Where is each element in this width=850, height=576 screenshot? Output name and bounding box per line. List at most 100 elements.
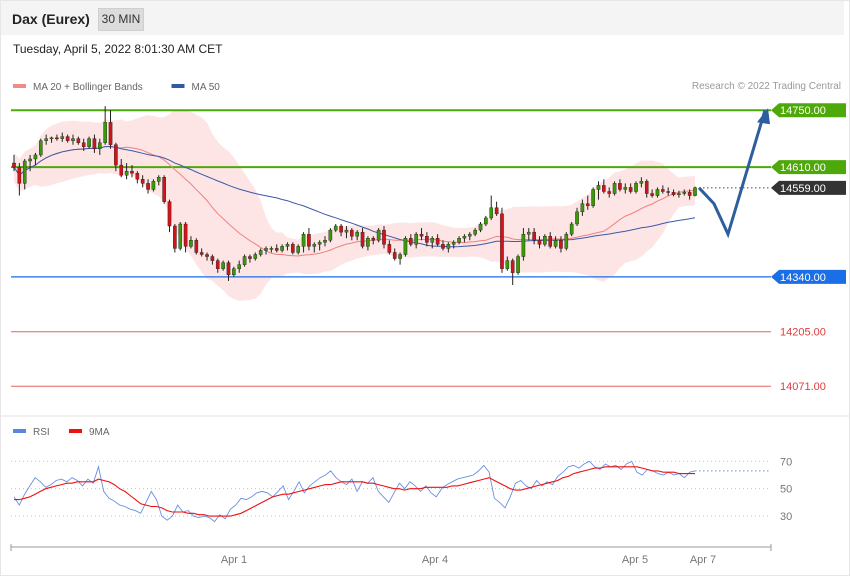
- candle: [167, 199, 172, 233]
- candle-body: [510, 260, 515, 273]
- rsi-tick-label: 70: [780, 456, 792, 468]
- candle-body: [516, 256, 520, 273]
- target-level-label: 14071.00: [780, 381, 826, 393]
- candle-body: [564, 233, 569, 249]
- candle-body: [92, 138, 97, 150]
- rsi-tick-label: 30: [780, 511, 792, 523]
- candle-body: [17, 166, 22, 184]
- candle-body: [435, 238, 440, 245]
- target-level-label: 14205.00: [780, 327, 826, 339]
- candle-body: [76, 138, 81, 143]
- candle-body: [328, 229, 333, 241]
- candle-body: [618, 183, 622, 190]
- price-chart-svg: 14750.00 14610.00 14559.00 14340.00 14205.00…: [1, 82, 849, 566]
- candle-body: [687, 192, 692, 196]
- candle-body: [253, 254, 258, 259]
- time-axis: Apr 1 Apr 4 Apr 5 Apr 7: [10, 544, 772, 566]
- legend-item: MA 50: [171, 82, 221, 93]
- candle-body: [280, 246, 284, 251]
- candle-body: [312, 244, 317, 247]
- candle: [500, 207, 504, 273]
- candle-body: [392, 252, 397, 259]
- candle-body: [156, 177, 161, 182]
- candle-body: [682, 192, 687, 194]
- rsi-legend-label: 9MA: [89, 427, 110, 438]
- candle: [173, 224, 177, 253]
- candle-body: [505, 260, 510, 269]
- candle-body: [173, 225, 177, 249]
- candle-body: [500, 213, 504, 269]
- candle-body: [215, 260, 220, 269]
- candle-body: [33, 154, 38, 160]
- candle: [489, 195, 494, 220]
- candle-body: [602, 185, 606, 192]
- candle-body: [285, 244, 290, 247]
- candle: [39, 138, 43, 157]
- candle: [162, 175, 166, 204]
- resistance-level-tag: 14610.00: [771, 160, 846, 175]
- candle-body: [178, 223, 183, 249]
- candle-body: [60, 136, 65, 139]
- candle-body: [521, 233, 526, 257]
- candle-body: [151, 181, 156, 190]
- candle-body: [44, 138, 48, 141]
- candle-body: [119, 164, 124, 176]
- candle-body: [140, 179, 145, 184]
- candle-body: [242, 256, 247, 265]
- candle-body: [371, 238, 376, 241]
- candle: [510, 258, 515, 285]
- forecast-arrow-path: [697, 109, 767, 239]
- candle-body: [22, 160, 27, 184]
- rsi-legend-item: RSI: [13, 427, 50, 438]
- candle-body: [650, 193, 654, 196]
- candle: [494, 201, 499, 216]
- candle-body: [677, 193, 681, 195]
- candle-body: [49, 137, 54, 140]
- candle-body: [532, 231, 536, 241]
- candle-body: [189, 240, 193, 247]
- candle-body: [205, 254, 209, 257]
- candle-body: [580, 203, 585, 213]
- rsi-legend-item: 9MA: [69, 427, 110, 438]
- candle-body: [623, 187, 628, 190]
- candle-body: [628, 187, 633, 192]
- candle-body: [548, 236, 553, 247]
- candle-body: [274, 248, 279, 251]
- rsi-panel: 70 50 30 RSI 9MA: [11, 427, 792, 523]
- resistance-level-tag: 14750.00: [771, 103, 846, 118]
- candle-body: [269, 248, 274, 250]
- candle: [693, 186, 697, 197]
- legend-label: MA 50: [192, 82, 221, 93]
- candle-body: [323, 240, 327, 243]
- level-labels-layer: 14750.00 14610.00 14559.00 14340.00 14205.00…: [771, 103, 846, 393]
- candle-body: [494, 207, 499, 215]
- candle-body: [661, 189, 665, 192]
- time-tick-label: Apr 5: [622, 554, 648, 566]
- candle-body: [644, 181, 649, 194]
- candle-body: [543, 236, 547, 245]
- candle-body: [693, 187, 697, 196]
- candle-body: [355, 231, 359, 237]
- time-tick-label: Apr 1: [221, 554, 247, 566]
- candle-body: [457, 238, 461, 243]
- candle-body: [489, 207, 494, 219]
- candle-body: [317, 242, 322, 245]
- candle-body: [612, 183, 617, 194]
- candle-body: [264, 248, 268, 251]
- rsi-legend-swatch: [13, 429, 26, 433]
- candle-body: [526, 231, 531, 235]
- candle-body: [387, 244, 392, 253]
- rsi-line: [13, 460, 696, 523]
- candle-body: [199, 252, 204, 255]
- candle-body: [296, 246, 300, 253]
- candle-body: [87, 138, 91, 147]
- candle: [403, 236, 408, 257]
- candle-body: [409, 238, 413, 245]
- candle-body: [585, 203, 590, 206]
- candle-body: [55, 137, 59, 140]
- candle-body: [28, 158, 32, 162]
- resistance-level-label: 14610.00: [780, 162, 826, 174]
- candle: [612, 181, 617, 196]
- candle-body: [194, 240, 199, 253]
- candle-body: [65, 136, 70, 141]
